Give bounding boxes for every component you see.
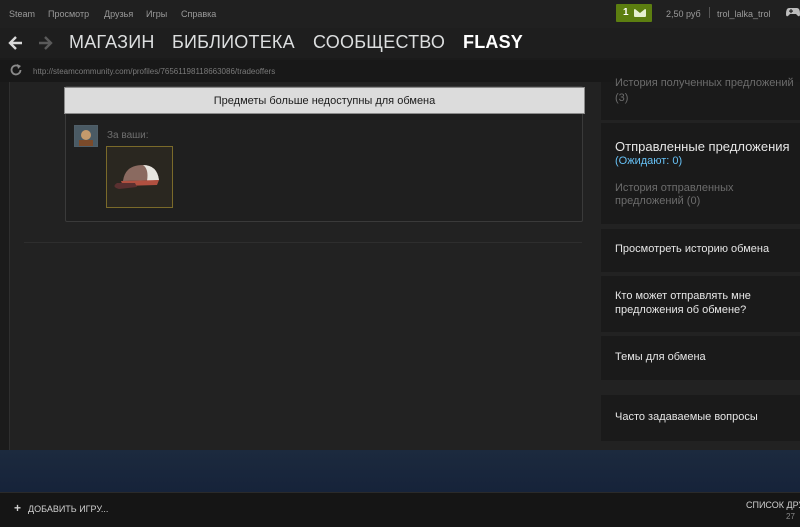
who-can-send-line2[interactable]: предложения об обмене?: [615, 304, 746, 316]
sent-history-line1[interactable]: История отправленных: [615, 182, 734, 194]
nav-profile[interactable]: FLASY: [463, 32, 523, 53]
for-yours-label: За ваши:: [107, 130, 149, 141]
menu-steam[interactable]: Steam: [9, 9, 35, 19]
friends-list-button[interactable]: СПИСОК ДРУЗЕЙ: [746, 500, 800, 510]
nav-store[interactable]: МАГАЗИН: [69, 32, 155, 53]
who-can-send-line1[interactable]: Кто может отправлять мне: [615, 290, 751, 302]
avatar-image: [75, 126, 97, 146]
trade-item-slot[interactable]: [106, 146, 173, 208]
menu-help[interactable]: Справка: [181, 9, 216, 19]
account-name[interactable]: trol_lalka_trol: [717, 9, 771, 19]
received-count: (3): [615, 92, 629, 104]
back-arrow-icon[interactable]: [6, 34, 26, 52]
envelope-icon: [634, 9, 646, 17]
menu-divider: [709, 7, 710, 18]
sent-pending-link[interactable]: (Ожидают: 0): [615, 155, 682, 167]
trade-topics-link[interactable]: Темы для обмена: [615, 351, 706, 363]
menu-games[interactable]: Игры: [146, 9, 167, 19]
faq-link[interactable]: Часто задаваемые вопросы: [615, 411, 758, 423]
banner-text: Предметы больше недоступны для обмена: [213, 95, 436, 107]
notifications-button[interactable]: 1: [616, 4, 652, 22]
section-divider: [24, 242, 582, 243]
nav-community[interactable]: СООБЩЕСТВО: [313, 32, 445, 53]
received-history-link[interactable]: История полученных предложений: [615, 77, 794, 89]
friends-online-count: 27: [786, 512, 795, 521]
wallet-balance: 2,50 руб: [666, 9, 701, 19]
refresh-icon[interactable]: [9, 63, 23, 77]
nav-library[interactable]: БИБЛИОТЕКА: [172, 32, 295, 53]
trade-history-link[interactable]: Просмотреть историю обмена: [615, 243, 769, 255]
sent-history-line2[interactable]: предложений (0): [615, 195, 700, 207]
bottom-bar: [0, 492, 800, 527]
notification-count: 1: [623, 7, 629, 18]
add-game-button[interactable]: + ДОБАВИТЬ ИГРУ...: [14, 501, 108, 515]
plus-icon: +: [14, 501, 22, 515]
cap-icon: [114, 165, 159, 189]
avatar[interactable]: [74, 125, 98, 147]
menu-view[interactable]: Просмотр: [48, 9, 89, 19]
page-footer: [0, 450, 800, 492]
forward-arrow-icon[interactable]: [35, 34, 55, 52]
url-text: http://steamcommunity.com/profiles/76561…: [33, 67, 276, 76]
menu-friends[interactable]: Друзья: [104, 9, 133, 19]
sent-offers-title[interactable]: Отправленные предложения: [615, 139, 790, 154]
add-game-label: ДОБАВИТЬ ИГРУ...: [28, 504, 109, 514]
items-unavailable-banner: Предметы больше недоступны для обмена: [64, 87, 585, 114]
gamepad-icon[interactable]: [786, 6, 800, 18]
